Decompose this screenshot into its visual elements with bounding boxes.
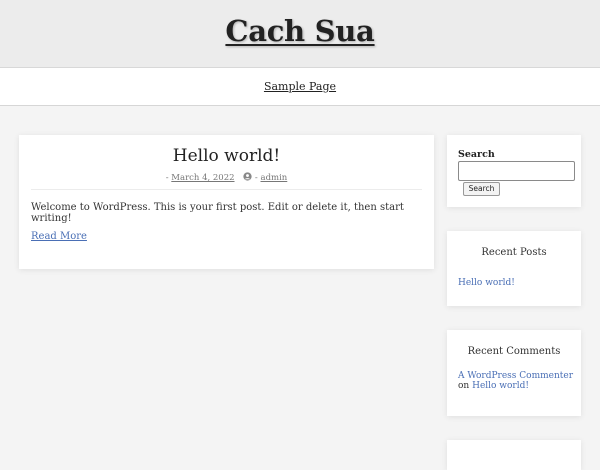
recent-posts-widget: Recent Posts Hello world! xyxy=(447,231,581,306)
comment-post-link[interactable]: Hello world! xyxy=(472,381,529,391)
read-more-link[interactable]: Read More xyxy=(31,231,87,242)
post-meta: - March 4, 2022 - admin xyxy=(19,172,434,183)
post-card: Hello world! - March 4, 2022 - admin Wel… xyxy=(19,135,434,269)
search-widget: Search Search xyxy=(447,135,581,207)
site-header: Cach Sua xyxy=(0,0,600,68)
sidebar-widget-partial xyxy=(447,440,581,470)
comment-on-text: on xyxy=(458,381,470,391)
post-author-link[interactable]: admin xyxy=(261,173,288,183)
search-input[interactable] xyxy=(458,161,575,181)
recent-comments-heading: Recent Comments xyxy=(467,346,561,357)
site-title-link[interactable]: Cach Sua xyxy=(225,14,374,48)
author-prefix: - xyxy=(254,173,258,183)
date-prefix: - xyxy=(165,173,169,183)
main-navigation: Sample Page xyxy=(0,68,600,106)
search-heading: Search xyxy=(458,149,495,160)
comment-author-link[interactable]: A WordPress Commenter xyxy=(458,371,573,381)
post-title[interactable]: Hello world! xyxy=(19,146,434,166)
post-excerpt: Welcome to WordPress. This is your first… xyxy=(31,202,404,224)
post-divider xyxy=(31,189,422,190)
search-button[interactable]: Search xyxy=(463,182,500,196)
recent-posts-heading: Recent Posts xyxy=(481,247,547,258)
recent-comment-item: A WordPress Commenter on Hello world! xyxy=(458,371,578,391)
recent-comments-widget: Recent Comments A WordPress Commenter on… xyxy=(447,330,581,416)
recent-post-link[interactable]: Hello world! xyxy=(458,278,515,288)
nav-item-sample-page[interactable]: Sample Page xyxy=(264,80,336,93)
user-circle-icon xyxy=(243,172,252,181)
post-date-link[interactable]: March 4, 2022 xyxy=(171,173,234,183)
